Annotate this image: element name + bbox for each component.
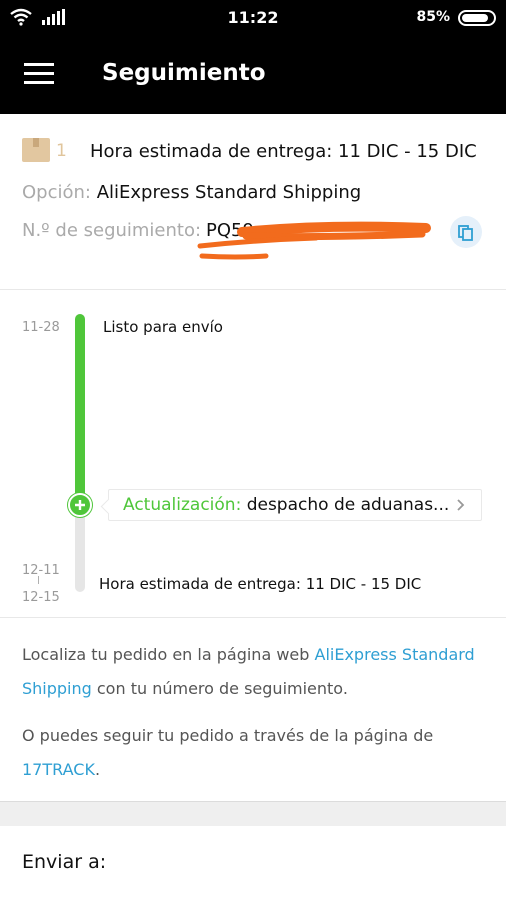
copy-icon <box>458 225 473 241</box>
event-description: Hora estimada de entrega: 11 DIC - 15 DI… <box>99 575 422 593</box>
package-icon <box>22 138 50 162</box>
redaction-scribble <box>197 221 431 260</box>
info-text: Localiza tu pedido en la página web <box>22 645 315 664</box>
ship-to-label: Enviar a: <box>22 851 107 873</box>
page-title: Seguimiento <box>102 60 266 86</box>
update-label: Actualización: <box>123 495 242 515</box>
info-text: O puedes seguir tu pedido a través de la… <box>22 726 434 745</box>
info-text: . <box>94 760 101 779</box>
copy-tracking-button[interactable] <box>450 216 482 248</box>
event-description: Listo para envío <box>103 318 223 336</box>
hamburger-icon[interactable] <box>24 63 54 87</box>
tracking-number-row: N.º de seguimiento: <box>22 220 201 241</box>
app-bar: Seguimiento <box>0 36 506 114</box>
shipment-summary-card: 1 Hora estimada de entrega: 11 DIC - 15 … <box>0 114 506 290</box>
timeline-progress <box>75 314 85 509</box>
shipping-option-row: Opción: AliExpress Standard Shipping <box>22 182 361 203</box>
battery-icon <box>458 10 496 26</box>
tracking-number-label: N.º de seguimiento: <box>22 220 202 241</box>
event-date-start: 12-11 <box>22 563 60 578</box>
chevron-right-icon <box>457 499 465 511</box>
package-count: 1 <box>56 141 67 161</box>
info-text: con tu número de seguimiento. <box>91 679 348 698</box>
17track-link[interactable]: 17TRACK <box>22 760 95 779</box>
event-date-end: 12-15 <box>22 590 60 605</box>
update-text: despacho de aduanas... <box>246 495 450 515</box>
battery-percentage: 85% <box>416 9 450 25</box>
shipping-option-value: AliExpress Standard Shipping <box>96 182 362 203</box>
shipping-option-label: Opción: <box>22 182 91 203</box>
plus-circle-icon <box>68 493 92 517</box>
info-paragraph: Localiza tu pedido en la página web AliE… <box>22 638 484 706</box>
date-range-separator <box>38 576 39 584</box>
ship-to-card: Enviar a: <box>0 826 506 900</box>
status-bar: 11:22 85% <box>0 0 506 36</box>
customs-update-button[interactable]: Actualización: despacho de aduanas... <box>108 489 482 521</box>
estimated-delivery: Hora estimada de entrega: 11 DIC - 15 DI… <box>90 141 477 162</box>
info-paragraph: O puedes seguir tu pedido a través de la… <box>22 719 484 787</box>
tracking-timeline-card: 11-28 Listo para envío Actualización: de… <box>0 290 506 618</box>
event-date: 11-28 <box>22 320 60 335</box>
tracking-info-card: Localiza tu pedido en la página web AliE… <box>0 618 506 802</box>
